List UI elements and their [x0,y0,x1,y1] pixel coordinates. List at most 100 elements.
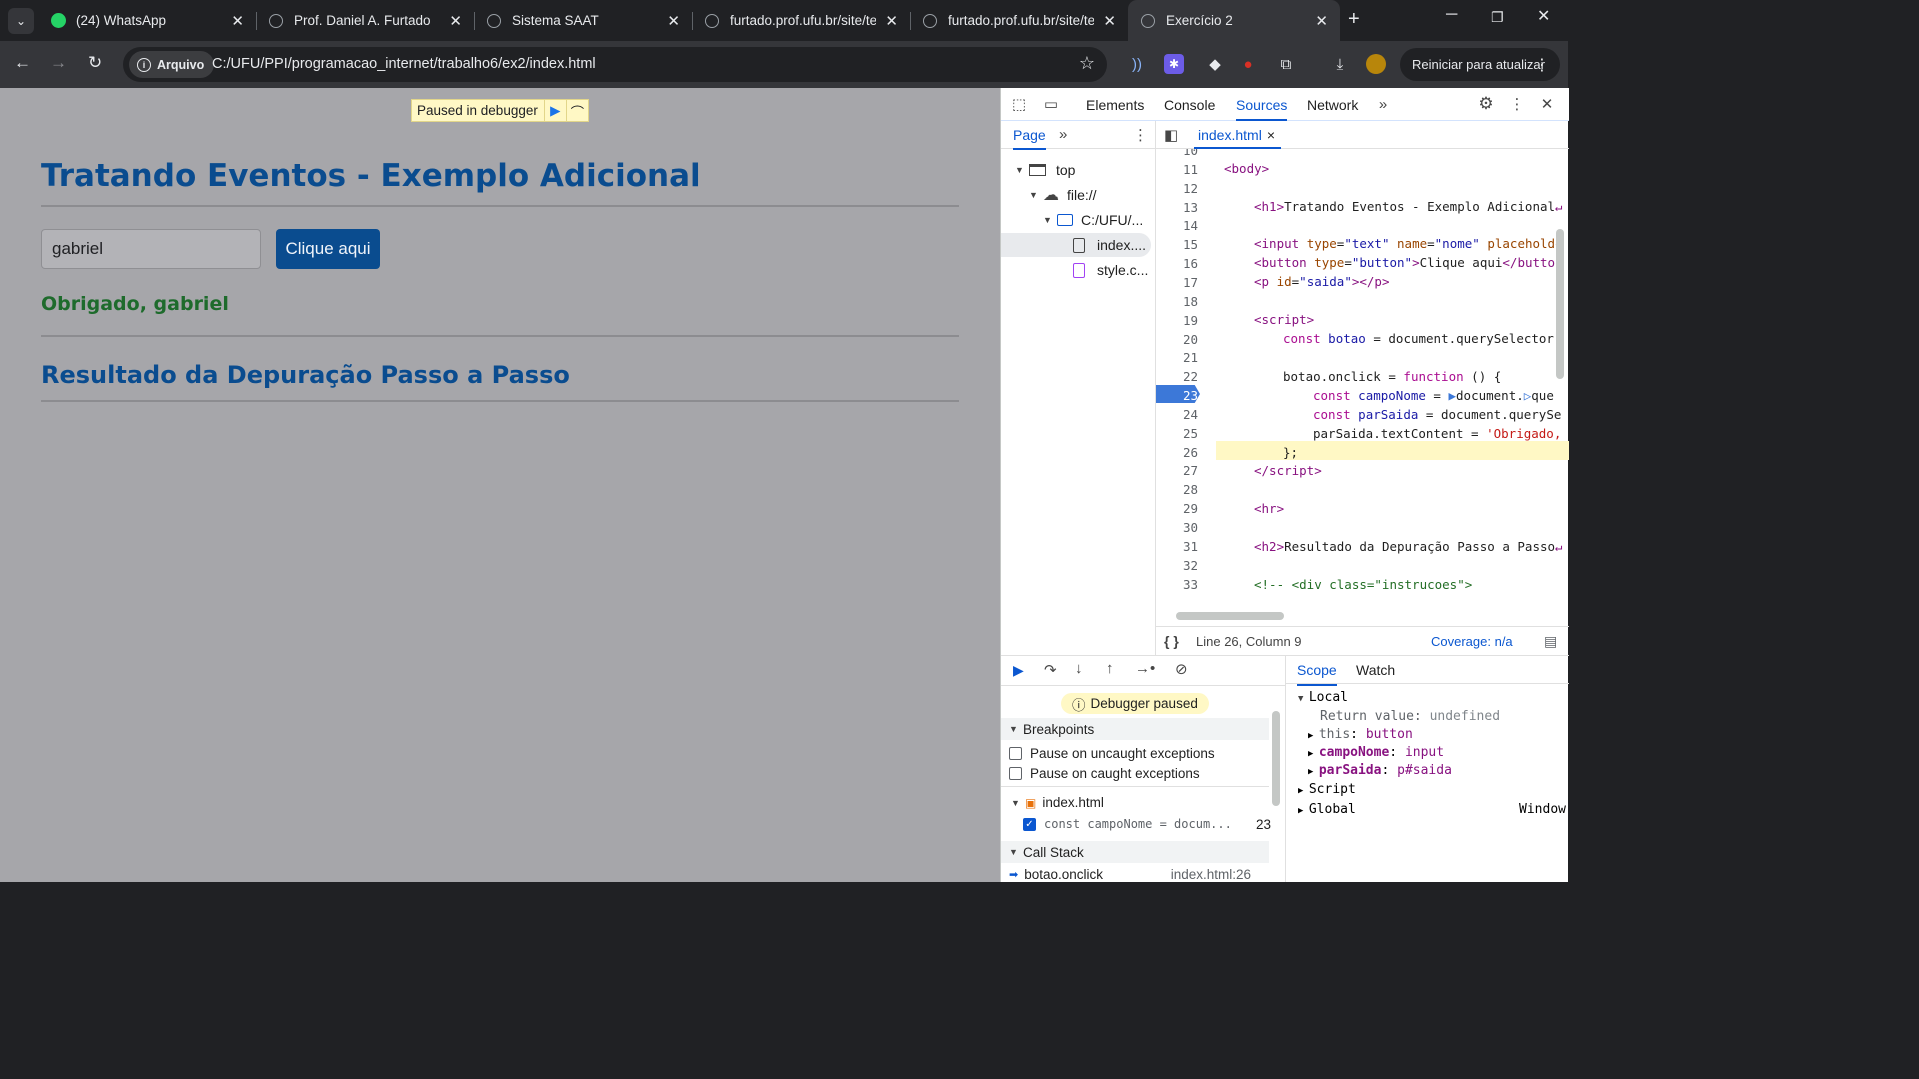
line-number[interactable]: 20 [1156,332,1204,347]
call-stack-section-header[interactable]: ▼ Call Stack [1001,841,1269,863]
pause-uncaught-checkbox[interactable]: Pause on uncaught exceptions [1009,746,1215,761]
line-number[interactable]: 26 [1156,445,1204,460]
close-tab-icon[interactable]: ✕ [667,12,680,30]
customize-menu-icon[interactable]: ⋮ [1507,94,1527,114]
tab-network[interactable]: Network [1307,97,1358,113]
tree-item-style[interactable]: style.c... [1073,258,1148,282]
deactivate-breakpoints-icon[interactable]: ⊘ [1175,660,1188,678]
pretty-print-icon[interactable]: { } [1164,633,1179,649]
checkbox-unchecked[interactable] [1009,747,1022,760]
new-tab-button[interactable]: + [1348,8,1360,31]
more-tabs-icon[interactable]: » [1373,94,1393,114]
tree-item-folder[interactable]: ▼ C:/UFU/... [1043,208,1143,232]
line-number[interactable]: 27 [1156,463,1204,478]
scope-global[interactable]: ▶ Global Window [1298,802,1566,817]
line-number[interactable]: 11 [1156,162,1204,177]
browser-tab[interactable]: Exercício 2 ✕ [1128,0,1340,41]
line-number[interactable]: 24 [1156,407,1204,422]
minimize-button[interactable]: ─ [1446,6,1457,24]
horizontal-scrollbar[interactable] [1176,612,1284,620]
step-into-icon[interactable]: ↓ [1075,660,1083,677]
line-number[interactable]: 12 [1156,181,1204,196]
reload-button[interactable]: ↻ [88,53,102,73]
breakpoints-section-header[interactable]: ▼ Breakpoints [1001,718,1269,740]
back-button[interactable]: ← [14,53,31,73]
tab-watch[interactable]: Watch [1356,662,1395,678]
line-number[interactable]: 31 [1156,539,1204,554]
browser-tab[interactable]: (24) WhatsApp ✕ [38,0,257,41]
forward-button[interactable]: → [50,53,67,73]
more-navigator-tabs-icon[interactable]: » [1059,126,1067,143]
coverage-link[interactable]: Coverage: n/a [1431,634,1513,649]
settings-gear-icon[interactable]: ⚙ [1476,94,1496,114]
profile-avatar[interactable] [1366,54,1386,74]
line-number[interactable]: 17 [1156,275,1204,290]
code-area[interactable]: 10 11 12 13 14 15 16 17 18 19 20 21 22 23 24 25 26 27 28 29… [1156,149,1569,609]
close-tab-icon[interactable]: ✕ [1103,12,1116,30]
scope-campoNome[interactable]: ▶ campoNome: input [1308,745,1444,760]
scope-script[interactable]: ▶ Script [1298,782,1356,797]
tree-item-file[interactable]: ▼ ☁ file:// [1029,183,1097,207]
browser-tab[interactable]: Sistema SAAT ✕ [474,0,693,41]
url-text[interactable]: C:/UFU/PPI/programacao_internet/trabalho… [212,56,596,72]
line-number[interactable]: 25 [1156,426,1204,441]
scope-this[interactable]: ▶ this: button [1308,727,1413,742]
address-bar[interactable]: i Arquivo C:/UFU/PPI/programacao_interne… [123,47,1107,82]
navigator-menu-icon[interactable]: ⋮ [1133,126,1148,144]
toggle-navigator-icon[interactable]: ◧ [1164,126,1178,144]
line-number[interactable]: 15 [1156,237,1204,252]
line-number[interactable]: 30 [1156,520,1204,535]
click-button[interactable]: Clique aqui [276,229,380,269]
restart-update-button[interactable]: Reiniciar para atualizar ⋮ [1400,48,1560,81]
line-number[interactable]: 14 [1156,218,1204,233]
tab-elements[interactable]: Elements [1086,97,1144,113]
scope-local[interactable]: ▼ Local [1298,690,1348,705]
browser-tab[interactable]: furtado.prof.ufu.br/site/tea ✕ [692,0,911,41]
breakpoint-entry[interactable]: ✓ const campoNome = docum... 23 [1023,817,1271,832]
tab-console[interactable]: Console [1164,97,1215,113]
frame-location[interactable]: index.html:26 [1171,867,1251,882]
tree-item-index[interactable]: index.... [1001,233,1151,257]
close-tab-icon[interactable]: ✕ [231,12,244,30]
coverage-icon[interactable]: ▤ [1544,633,1557,650]
line-number[interactable]: 32 [1156,558,1204,573]
extension-shield-icon[interactable]: ● [1238,54,1258,74]
step-out-icon[interactable]: ↑ [1106,660,1114,677]
step-icon[interactable]: →• [1135,660,1155,677]
step-over-icon[interactable]: ↷ [1044,661,1057,679]
checkbox-checked[interactable]: ✓ [1023,817,1036,831]
download-icon[interactable]: ⤓ [1330,54,1350,74]
breakpoint-file-group[interactable]: ▼ ▣ index.html [1011,795,1104,810]
close-tab-icon[interactable]: × [1267,127,1275,143]
line-number[interactable]: 13 [1156,200,1204,215]
tab-search-button[interactable]: ⌄ [8,8,34,34]
tab-sources[interactable]: Sources [1236,97,1288,121]
extension-wave-icon[interactable]: )) [1127,54,1147,74]
step-over-icon[interactable]: ⌒ [565,100,588,121]
sidebar-scrollbar[interactable] [1272,711,1280,806]
restore-button[interactable]: ❐ [1491,9,1504,26]
extensions-icon[interactable]: ⧉ [1276,54,1296,74]
pause-caught-checkbox[interactable]: Pause on caught exceptions [1009,766,1200,781]
close-window-button[interactable]: ✕ [1537,6,1550,26]
line-number[interactable]: 18 [1156,294,1204,309]
extension-ghost-icon[interactable]: ◆ [1205,54,1225,74]
more-vert-icon[interactable]: ⋮ [1534,55,1550,75]
resume-icon[interactable]: ▶︎ [1013,662,1024,679]
tab-page[interactable]: Page [1013,127,1046,150]
close-devtools-icon[interactable]: ✕ [1537,94,1557,114]
tree-item-top[interactable]: ▼ top [1015,158,1075,182]
device-toolbar-icon[interactable]: ▭ [1041,94,1061,114]
inspect-element-icon[interactable]: ⬚ [1009,94,1029,114]
call-frame[interactable]: ➡ botao.onclick index.html:26 [1009,867,1259,882]
line-number[interactable]: 23 [1156,388,1204,403]
editor-file-tab[interactable]: index.html × [1194,121,1281,149]
checkbox-unchecked[interactable] [1009,767,1022,780]
line-number[interactable]: 19 [1156,313,1204,328]
line-number[interactable]: 33 [1156,577,1204,592]
line-number[interactable]: 21 [1156,350,1204,365]
line-number[interactable]: 16 [1156,256,1204,271]
name-input[interactable]: gabriel [41,229,261,269]
extension-puzzle-purple-icon[interactable]: ✱ [1164,54,1184,74]
line-number[interactable]: 28 [1156,482,1204,497]
